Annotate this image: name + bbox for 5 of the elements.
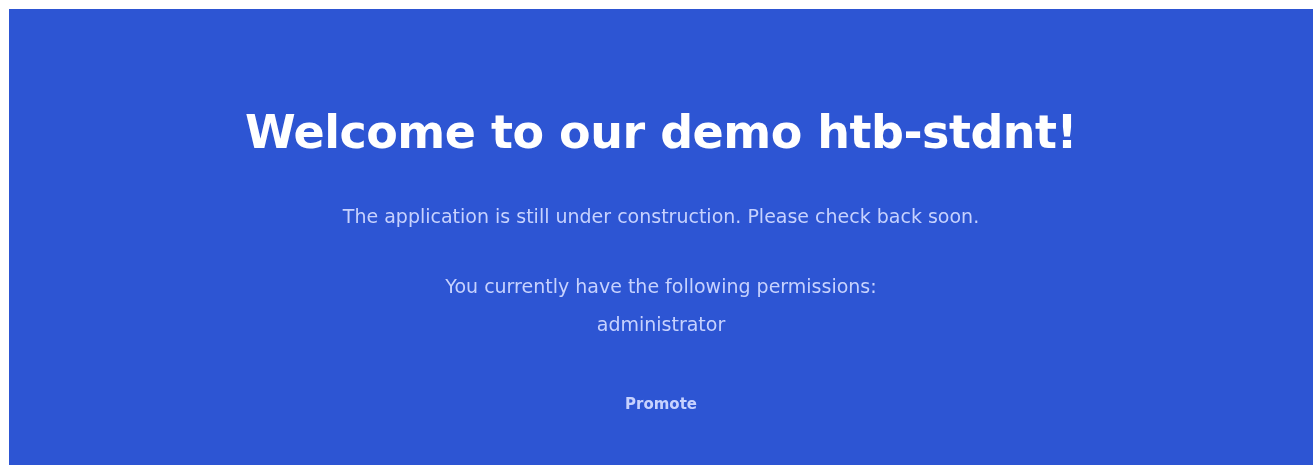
permission-name: administrator	[596, 312, 726, 337]
promote-button[interactable]: Promote	[617, 391, 705, 417]
permissions-label: You currently have the following permissions:	[445, 274, 877, 299]
page-title: Welcome to our demo htb-stdnt!	[244, 104, 1078, 161]
status-message: The application is still under construction. Please check back soon.	[342, 204, 980, 229]
